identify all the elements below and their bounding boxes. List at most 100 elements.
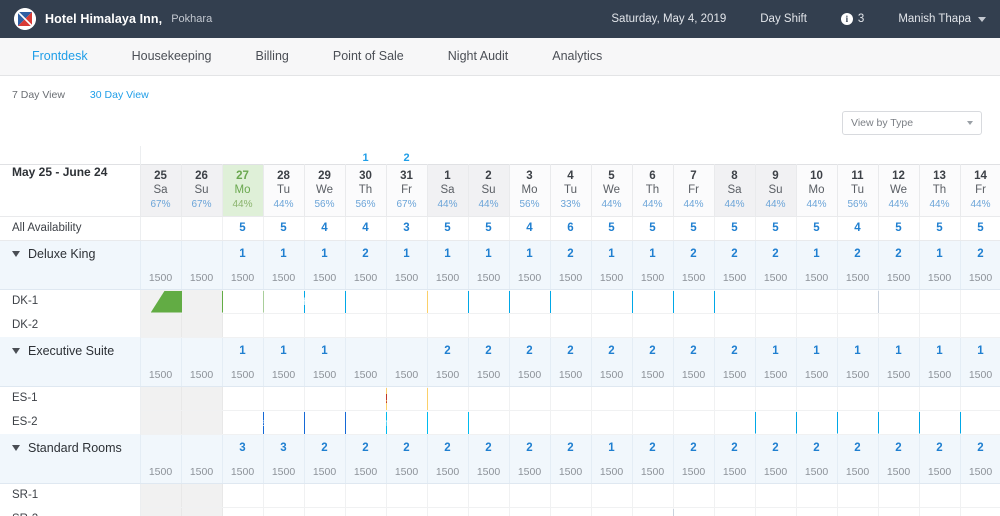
room-day-cell[interactable]: [509, 483, 551, 508]
date-header-cell[interactable]: 3 Mo 56%: [508, 163, 551, 217]
room-day-cell[interactable]: [468, 386, 510, 411]
rate-value[interactable]: 1500: [878, 462, 920, 484]
room-day-cell[interactable]: [878, 289, 920, 314]
room-day-cell[interactable]: [386, 386, 428, 411]
room-day-cell[interactable]: [181, 507, 223, 516]
room-day-cell[interactable]: [222, 289, 264, 314]
room-day-cell[interactable]: [181, 289, 223, 314]
room-day-cell[interactable]: [345, 507, 387, 516]
date-header-cell[interactable]: 1 Sa 44%: [426, 163, 469, 217]
room-day-cell[interactable]: [222, 507, 264, 516]
room-day-cell[interactable]: [755, 507, 797, 516]
rate-value[interactable]: 1500: [386, 365, 428, 387]
rate-value[interactable]: 1500: [919, 268, 961, 290]
room-day-cell[interactable]: [591, 507, 633, 516]
room-day-cell[interactable]: [181, 483, 223, 508]
room-day-cell[interactable]: [140, 313, 182, 338]
rate-value[interactable]: 1500: [304, 268, 346, 290]
rate-value[interactable]: 1500: [222, 365, 264, 387]
rate-value[interactable]: 1500: [222, 268, 264, 290]
room-day-cell[interactable]: [550, 507, 592, 516]
room-day-cell[interactable]: [755, 386, 797, 411]
room-day-cell[interactable]: [960, 507, 1000, 516]
rate-value[interactable]: 1500: [427, 268, 469, 290]
room-day-cell[interactable]: [673, 289, 715, 314]
room-day-cell[interactable]: [837, 483, 879, 508]
room-day-cell[interactable]: [509, 313, 551, 338]
rate-value[interactable]: 1500: [632, 462, 674, 484]
room-day-cell[interactable]: [550, 313, 592, 338]
rate-value[interactable]: 1500: [181, 365, 223, 387]
room-day-cell[interactable]: [222, 410, 264, 435]
rate-value[interactable]: 1500: [714, 462, 756, 484]
rate-value[interactable]: 1500: [714, 365, 756, 387]
rate-value[interactable]: 1500: [468, 268, 510, 290]
nav-item-housekeeping[interactable]: Housekeeping: [110, 38, 234, 75]
date-header-cell[interactable]: 26 Su 67%: [180, 163, 223, 217]
room-day-cell[interactable]: [345, 410, 387, 435]
room-day-cell[interactable]: [550, 410, 592, 435]
room-day-cell[interactable]: [796, 507, 838, 516]
room-day-cell[interactable]: [919, 410, 961, 435]
room-day-cell[interactable]: [632, 507, 674, 516]
room-day-cell[interactable]: [714, 289, 756, 314]
room-day-cell[interactable]: [222, 386, 264, 411]
room-day-cell[interactable]: [427, 313, 469, 338]
rate-value[interactable]: 1500: [796, 365, 838, 387]
room-day-cell[interactable]: [181, 313, 223, 338]
room-day-cell[interactable]: [345, 289, 387, 314]
rate-value[interactable]: 1500: [509, 268, 551, 290]
rate-value[interactable]: 1500: [427, 365, 469, 387]
room-day-cell[interactable]: [755, 313, 797, 338]
date-header-cell[interactable]: 12 We 44%: [877, 163, 920, 217]
rate-value[interactable]: 1500: [181, 268, 223, 290]
room-day-cell[interactable]: ManoharKumudSethKalyani: [140, 410, 181, 435]
room-day-cell[interactable]: [632, 386, 674, 411]
date-header-cell[interactable]: 13 Th 44%: [918, 163, 961, 217]
room-day-cell[interactable]: [878, 507, 920, 516]
room-day-cell[interactable]: [796, 386, 838, 411]
room-day-cell[interactable]: [386, 410, 428, 435]
room-day-cell[interactable]: [304, 507, 346, 516]
rate-value[interactable]: 1500: [140, 268, 182, 290]
room-day-cell[interactable]: [386, 507, 428, 516]
room-day-cell[interactable]: [509, 386, 551, 411]
rate-value[interactable]: 1500: [837, 365, 879, 387]
view-30day[interactable]: 30 Day View: [90, 89, 149, 101]
room-day-cell[interactable]: [345, 483, 387, 508]
room-day-cell[interactable]: [427, 507, 469, 516]
collapse-triangle-icon[interactable]: [12, 348, 20, 354]
nav-item-frontdesk[interactable]: Frontdesk: [10, 38, 110, 75]
room-day-cell[interactable]: [591, 483, 633, 508]
rate-value[interactable]: 1500: [591, 268, 633, 290]
date-header-cell[interactable]: 27 Mo 44%: [221, 163, 264, 217]
room-day-cell[interactable]: [386, 313, 428, 338]
room-day-cell[interactable]: [632, 313, 674, 338]
room-day-cell[interactable]: [919, 483, 961, 508]
rate-value[interactable]: 1500: [919, 365, 961, 387]
rate-value[interactable]: 1500: [796, 462, 838, 484]
room-day-cell[interactable]: [673, 410, 715, 435]
rate-value[interactable]: 1500: [960, 268, 1000, 290]
room-type-header[interactable]: Executive Suite: [0, 337, 141, 365]
rate-value[interactable]: 1500: [304, 365, 346, 387]
room-day-cell[interactable]: [960, 386, 1000, 411]
date-header-cell[interactable]: 4 Tu 33%: [549, 163, 592, 217]
rate-value[interactable]: 1500: [140, 365, 182, 387]
room-day-cell[interactable]: [632, 410, 674, 435]
room-day-cell[interactable]: [304, 313, 346, 338]
rate-value[interactable]: 1500: [673, 268, 715, 290]
room-day-cell[interactable]: !: [140, 386, 428, 411]
room-day-cell[interactable]: [263, 313, 305, 338]
room-day-cell[interactable]: [714, 386, 756, 411]
room-day-cell[interactable]: [878, 386, 920, 411]
date-header-cell[interactable]: 11 Tu 56%: [836, 163, 879, 217]
date-header-cell[interactable]: 25 Sa 67%: [139, 163, 182, 217]
rate-value[interactable]: 1500: [140, 462, 182, 484]
room-day-cell[interactable]: [222, 313, 264, 338]
room-day-cell[interactable]: [837, 386, 879, 411]
room-day-cell[interactable]: [632, 289, 674, 314]
rate-value[interactable]: 1500: [755, 365, 797, 387]
rate-value[interactable]: 1500: [345, 462, 387, 484]
rate-value[interactable]: 1500: [550, 462, 592, 484]
